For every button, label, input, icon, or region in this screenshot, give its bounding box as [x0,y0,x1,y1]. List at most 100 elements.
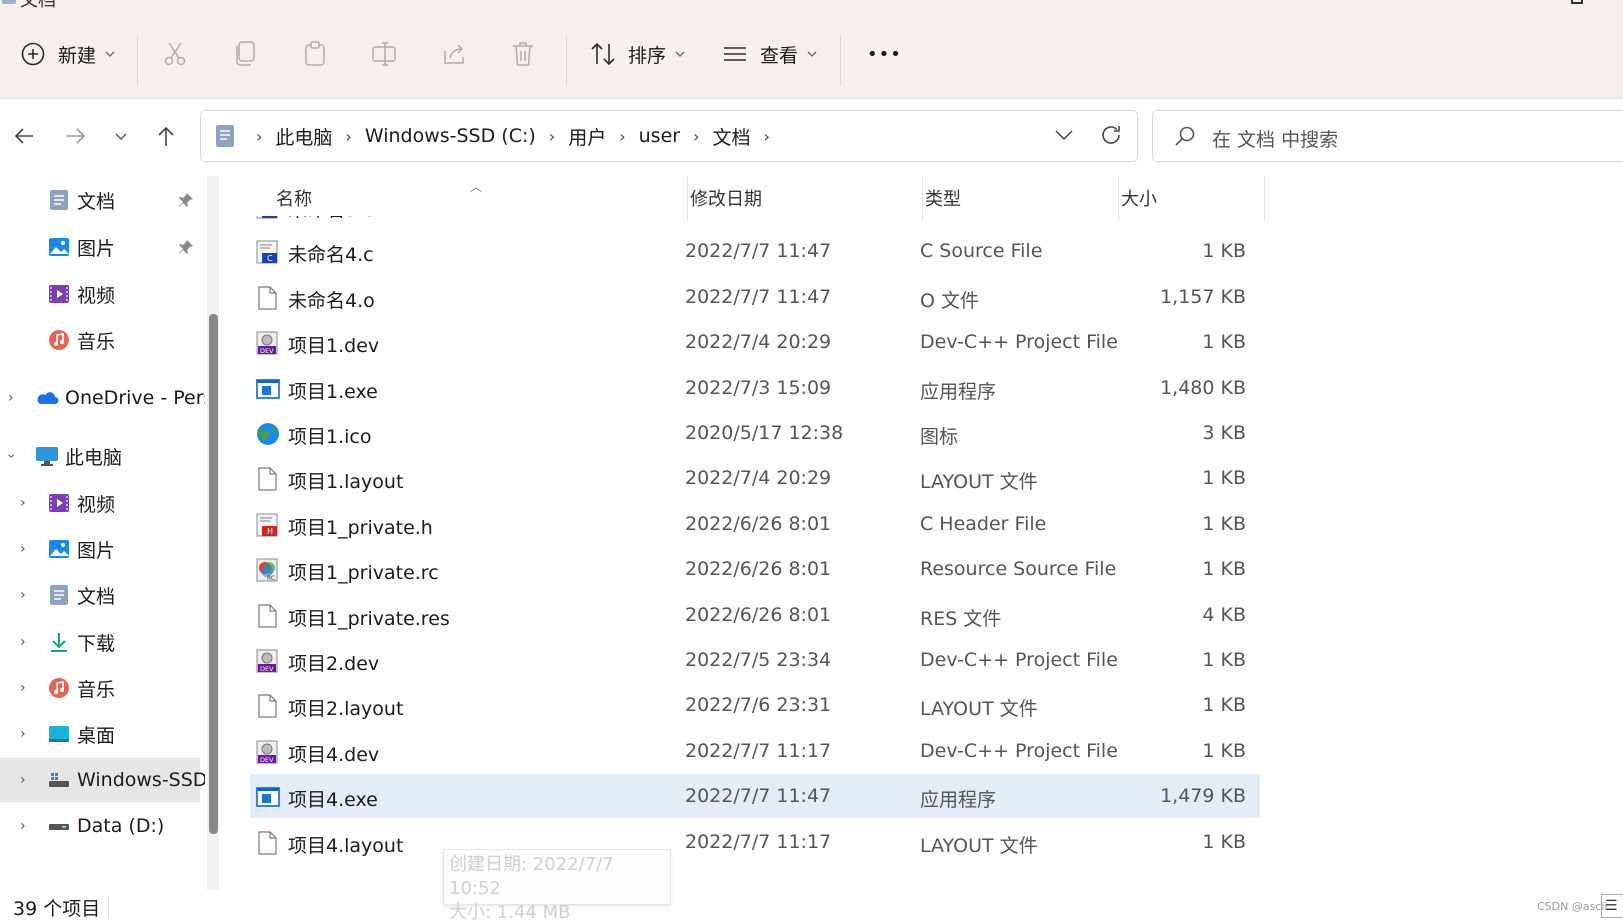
sidebar-item-label: 下载 [77,632,116,655]
file-row[interactable]: 未命名4.o 2022/7/7 11:47 O 文件 1,157 KB [250,275,1260,319]
file-type: 图标 [920,426,959,448]
file-size: 1 KB [1202,558,1246,581]
sidebar-item-videos-quick[interactable]: 视频 [0,272,200,316]
file-row[interactable]: 项目1.ico 2020/5/17 12:38 图标 3 KB [250,411,1260,455]
sidebar-item-desktop[interactable]: › 桌面 [0,712,200,756]
expand-chevron-icon[interactable]: › [8,390,14,406]
svg-text:DEV: DEV [260,756,274,764]
file-row[interactable]: H 项目1_private.h 2022/6/26 8:01 C Header Fil… [250,502,1260,546]
file-row[interactable]: 项目2.layout 2022/7/6 23:31 LAYOUT 文件 1 KB [250,683,1260,727]
refresh-button[interactable] [1099,123,1123,152]
file-size: 1 KB [1202,739,1246,762]
file-size: 1 KB [1202,512,1246,535]
file-row[interactable]: 项目4.exe 2022/7/7 11:47 应用程序 1,479 KB [250,774,1260,819]
sidebar-item-documents[interactable]: › 文档 [0,573,200,617]
sidebar-item-onedrive[interactable]: › OneDrive - Pers [0,376,205,420]
recent-locations-button[interactable] [103,118,139,154]
paste-button[interactable] [304,34,326,74]
breadcrumb-users[interactable]: 用户 [568,123,606,150]
file-row[interactable]: C 未命名4.c 2022/7/7 11:47 C Source File 1 KB [250,229,1260,273]
restore-window-icon[interactable] [1571,0,1583,4]
file-modified-date: 2020/5/17 12:38 [685,422,844,444]
sidebar-item-pictures[interactable]: › 图片 [0,527,200,571]
expand-chevron-icon[interactable]: › [20,772,26,788]
breadcrumb-documents[interactable]: 文档 [712,123,750,150]
address-bar[interactable]: › 此电脑 › Windows-SSD (C:) › 用户 › user › 文… [200,110,1138,162]
copy-button[interactable] [234,34,256,74]
view-button[interactable]: 查看 [722,34,817,74]
sidebar-item-documents-pinned[interactable]: 文档 [0,178,200,222]
sidebar-item-music-quick[interactable]: 音乐 [0,318,200,362]
expand-chevron-icon[interactable]: › [20,726,26,742]
breadcrumb-separator: › [548,126,556,146]
file-name: 项目1.layout [288,471,404,494]
scrollbar-thumb[interactable] [209,314,218,834]
file-name: 项目4.exe [288,789,378,812]
arrow-up-icon [158,126,174,146]
column-header-modified[interactable]: 修改日期 [690,185,762,211]
column-divider[interactable] [687,176,688,220]
sidebar-item-this-pc[interactable]: › 此电脑 [0,434,200,478]
sidebar-item-downloads[interactable]: › 下载 [0,620,200,664]
more-options-button[interactable]: ••• [867,34,902,74]
column-header-type[interactable]: 类型 [925,185,961,211]
dev-project-icon: DEV [256,331,278,355]
address-history-button[interactable] [1053,124,1075,151]
details-view-toggle[interactable]: ☰ [1601,894,1623,918]
column-divider[interactable] [922,176,923,220]
share-button[interactable] [441,34,467,74]
new-button[interactable]: 新建 [20,34,115,74]
search-box[interactable]: 在 文档 中搜索 [1152,110,1623,162]
sidebar-item-drive-c[interactable]: › Windows-SSD [0,758,205,802]
up-button[interactable] [148,118,184,154]
file-row[interactable]: DEV 项目2.dev 2022/7/5 23:34 Dev-C++ Project … [250,638,1260,682]
sidebar-item-label: 此电脑 [65,446,123,469]
file-row[interactable]: 项目4.layout 2022/7/7 11:17 LAYOUT 文件 1 KB [250,820,1260,864]
breadcrumb-user[interactable]: user [639,125,680,147]
breadcrumb-drive-c[interactable]: Windows-SSD (C:) [365,125,536,147]
rename-button[interactable] [371,34,397,74]
file-row[interactable]: DEV 项目4.dev 2022/7/7 11:17 Dev-C++ Project … [250,729,1260,773]
sidebar-item-videos[interactable]: › 视频 [0,481,200,525]
status-divider [108,896,109,918]
sidebar-item-pictures-pinned[interactable]: 图片 [0,225,200,269]
file-type: LAYOUT 文件 [920,471,1038,494]
navigation-scrollbar[interactable] [207,176,219,890]
file-row[interactable]: DEV 项目1.dev 2022/7/4 20:29 Dev-C++ Project … [250,320,1260,364]
back-button[interactable] [6,118,42,154]
file-type: LAYOUT 文件 [920,834,1038,857]
pin-icon[interactable] [178,239,194,255]
file-row[interactable]: RC 项目1_private.rc 2022/6/26 8:01 Resource S… [250,547,1260,591]
file-type: Dev-C++ Project File [920,331,1118,354]
file-size: 1 KB [1202,694,1246,717]
clipboard-icon [305,41,325,66]
breadcrumb-this-pc[interactable]: 此电脑 [275,123,332,150]
file-row[interactable]: 项目1.exe 2022/7/3 15:09 应用程序 1,480 KB [250,366,1260,410]
column-header-name[interactable]: 名称 [276,185,312,211]
expand-chevron-icon[interactable]: › [20,818,26,834]
expand-chevron-icon[interactable]: › [20,680,26,696]
column-divider[interactable] [1118,176,1119,220]
column-divider[interactable] [1264,176,1265,220]
collapse-chevron-icon[interactable]: › [3,453,19,459]
cut-button[interactable] [163,34,187,74]
sidebar-item-music[interactable]: › 音乐 [0,666,200,710]
file-size: 1 KB [1202,649,1246,671]
forward-button[interactable] [58,118,94,154]
sort-button[interactable]: 排序 [590,34,685,74]
file-row[interactable]: 项目1_private.res 2022/6/26 8:01 RES 文件 4 KB [250,593,1260,637]
expand-chevron-icon[interactable]: › [20,495,26,511]
expand-chevron-icon[interactable]: › [20,541,26,557]
column-header-size[interactable]: 大小 [1121,185,1157,211]
file-row[interactable]: 项目1.layout 2022/7/4 20:29 LAYOUT 文件 1 KB [250,456,1260,500]
svg-text:RC: RC [267,575,275,582]
expand-chevron-icon[interactable]: › [20,587,26,603]
watermark: CSDN @ascii [1537,900,1608,913]
pin-icon[interactable] [178,192,194,208]
file-type: RES 文件 [920,607,1002,630]
delete-button[interactable] [511,34,535,74]
chevron-down-icon [675,51,685,57]
sort-label: 排序 [628,44,667,67]
sidebar-item-drive-d[interactable]: › Data (D:) [0,804,200,848]
expand-chevron-icon[interactable]: › [20,634,26,650]
